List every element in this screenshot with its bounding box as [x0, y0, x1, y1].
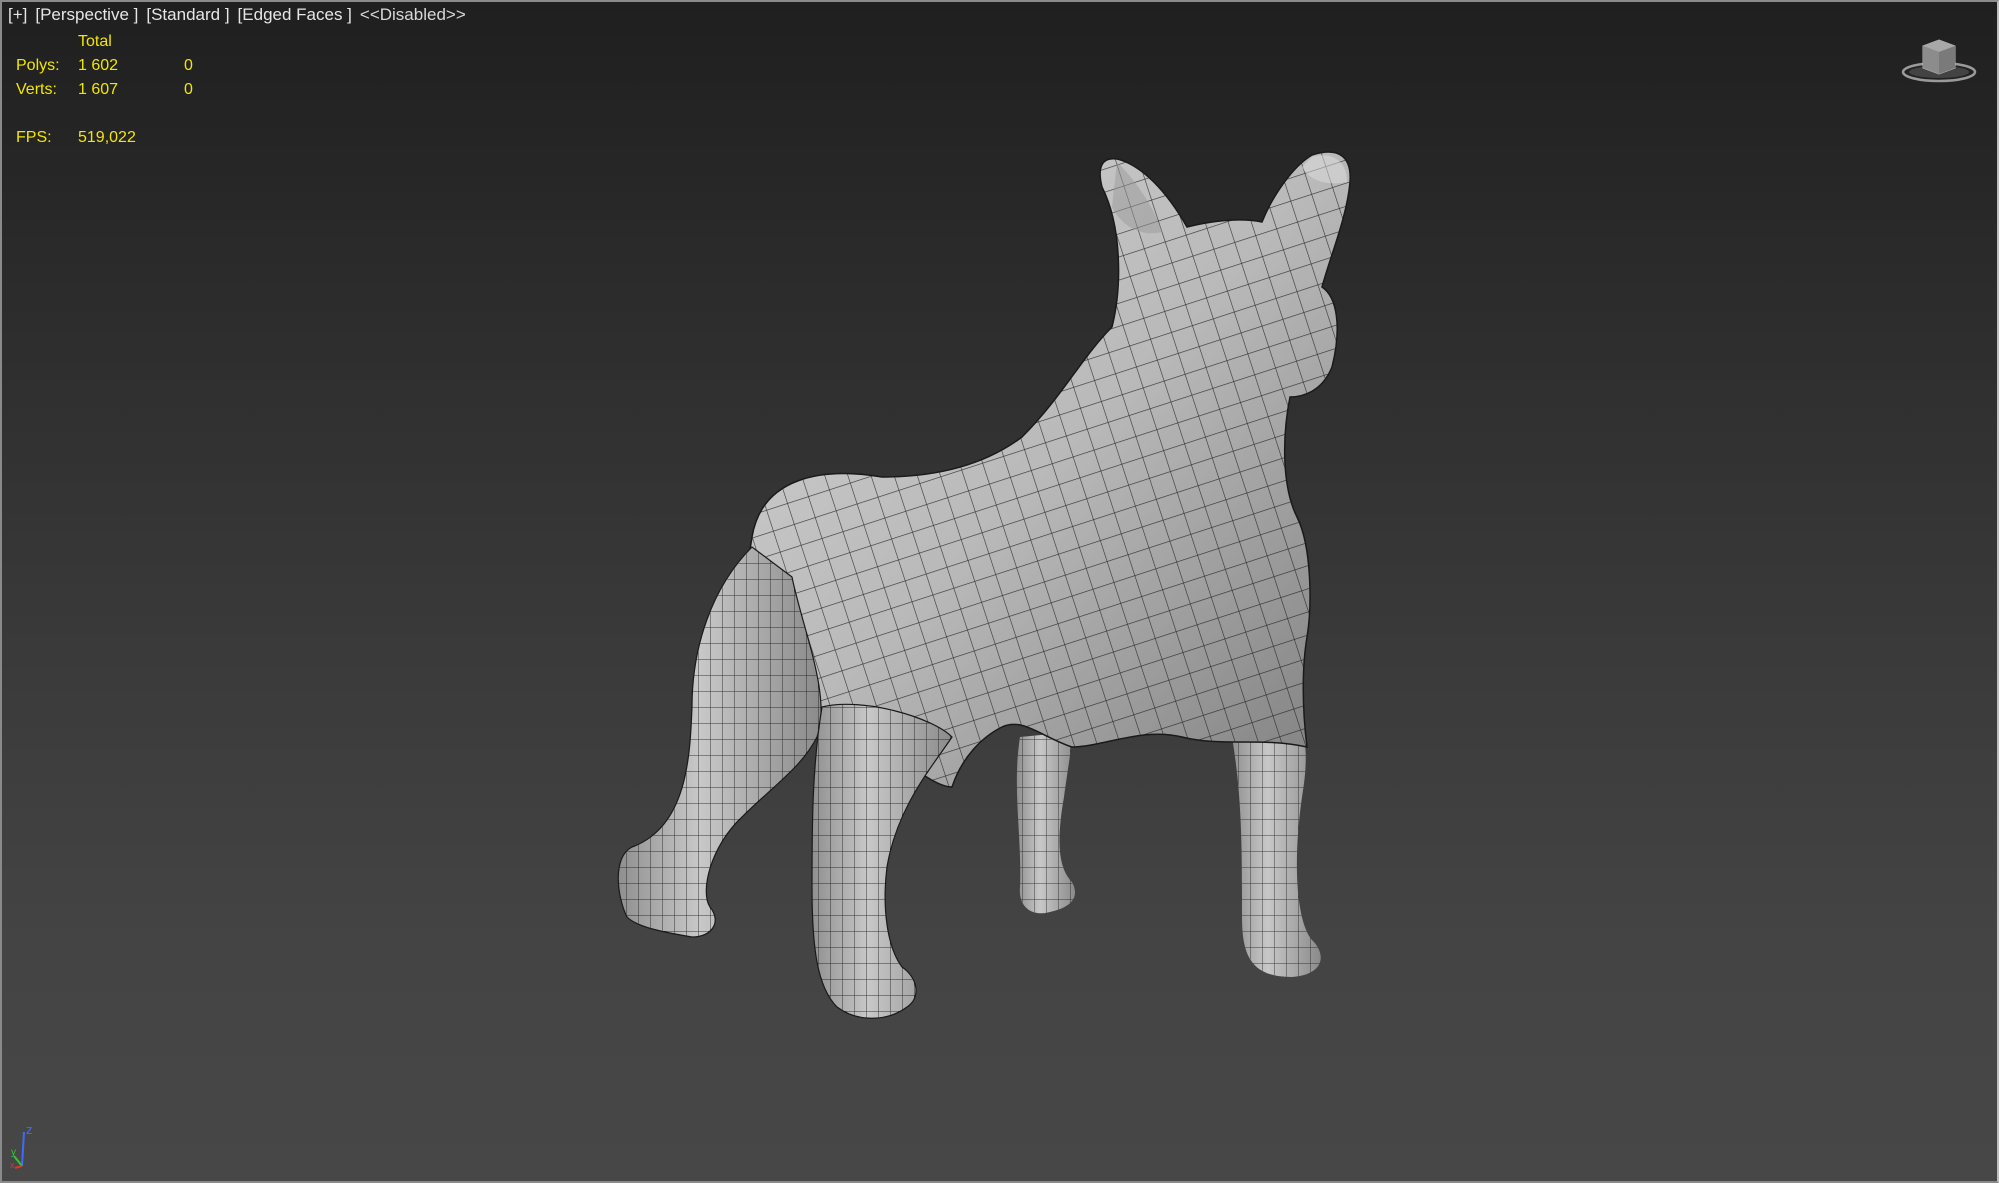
axis-x-label: x [10, 1160, 15, 1170]
axis-y-label: y [11, 1147, 16, 1158]
viewcube-icon[interactable] [1901, 34, 1977, 84]
stats-polys-row: Polys: 1 602 0 [16, 54, 224, 78]
front-leg-near [811, 703, 953, 1019]
dog-mesh-model[interactable] [602, 147, 1422, 1137]
viewport-disabled-menu[interactable]: <<Disabled>> [360, 5, 466, 25]
axis-z-label: z [26, 1122, 33, 1137]
stats-verts-row: Verts: 1 607 0 [16, 78, 224, 102]
rear-leg-far [1016, 732, 1076, 914]
stats-header-row: Total [16, 30, 224, 54]
stats-fps-label: FPS: [16, 129, 52, 146]
stats-polys-total: 1 602 [78, 57, 119, 74]
viewport-edged-faces-menu[interactable]: [Edged Faces ] [238, 5, 352, 25]
rear-leg-near [617, 546, 822, 938]
perspective-viewport[interactable]: [+] [Perspective ] [Standard ] [Edged Fa… [0, 0, 1999, 1183]
stats-verts-total: 1 607 [78, 81, 119, 98]
viewport-plus-menu[interactable]: [+] [8, 5, 27, 25]
stats-polys-selected: 0 [184, 57, 193, 74]
viewport-label-menu: [+] [Perspective ] [Standard ] [Edged Fa… [8, 5, 466, 25]
viewport-view-menu[interactable]: [Perspective ] [35, 5, 138, 25]
stats-total-header: Total [78, 33, 112, 50]
statistics-overlay: Total Polys: 1 602 0 Verts: 1 607 0 FPS:… [16, 30, 224, 150]
axis-tripod-icon: z y x [10, 1122, 33, 1170]
stats-fps-value: 519,022 [78, 129, 136, 146]
viewport-shading-menu[interactable]: [Standard ] [146, 5, 229, 25]
front-leg-far [1232, 727, 1321, 977]
stats-polys-label: Polys: [16, 57, 60, 74]
stats-verts-selected: 0 [184, 81, 193, 98]
stats-verts-label: Verts: [16, 81, 57, 98]
dog-body [743, 151, 1351, 788]
stats-fps-row: FPS: 519,022 [16, 126, 224, 150]
